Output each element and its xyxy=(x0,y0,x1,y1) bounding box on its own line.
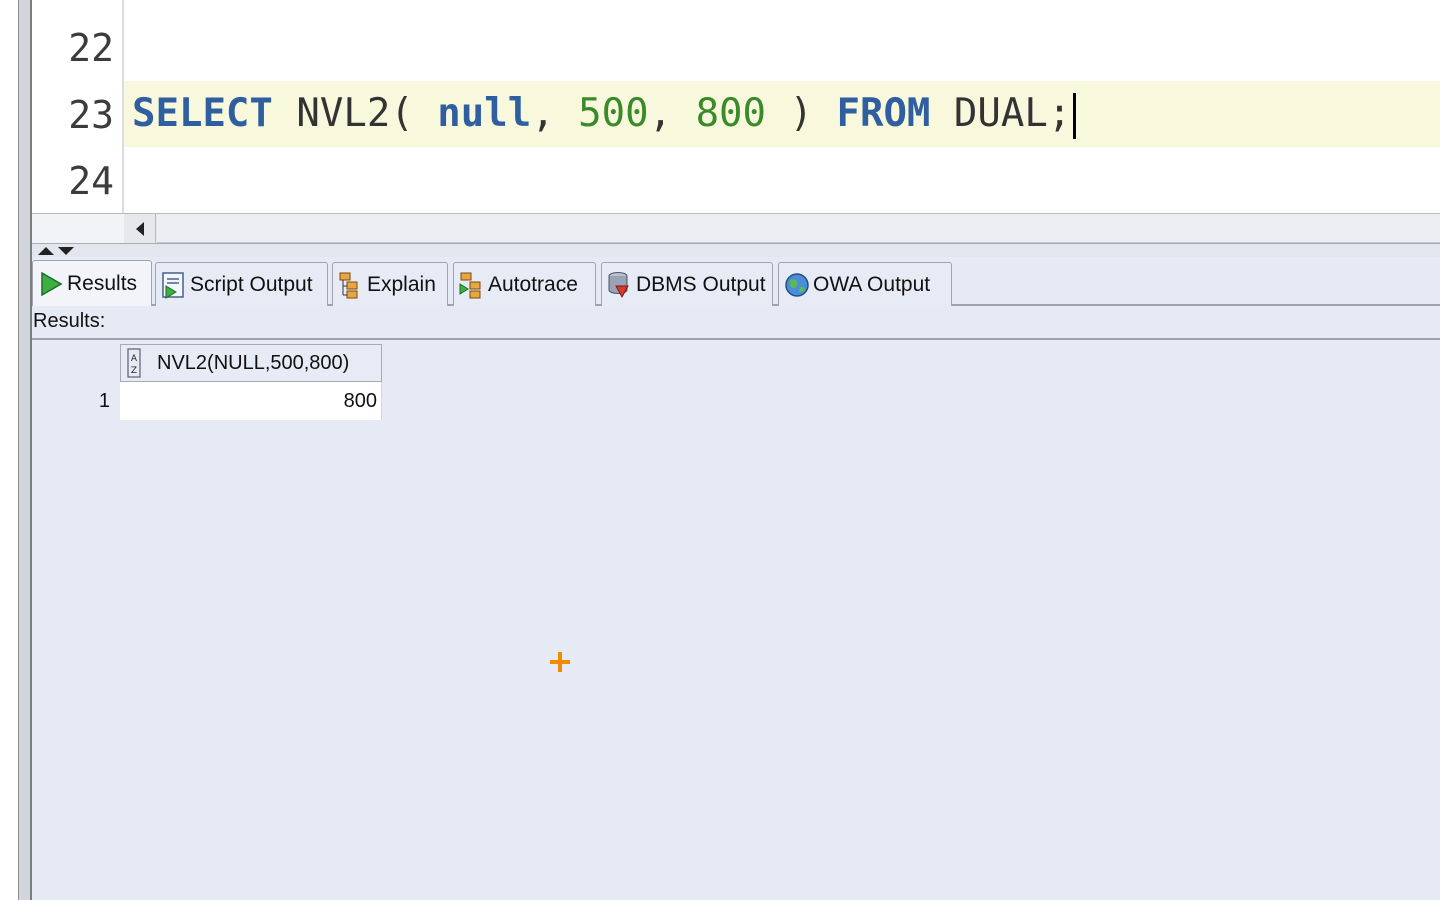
comma: , xyxy=(531,91,555,136)
tab-explain[interactable]: Explain xyxy=(332,262,448,306)
arrow-left-icon xyxy=(135,221,144,236)
window-frame-left xyxy=(0,0,18,900)
tab-label: Autotrace xyxy=(488,272,578,296)
result-cell[interactable]: 800 xyxy=(120,382,382,420)
number-literal: 800 xyxy=(695,91,767,136)
frame-side-bar xyxy=(19,0,30,900)
close-paren: ) xyxy=(789,91,813,136)
tab-label: Script Output xyxy=(190,272,313,296)
text-caret xyxy=(1073,92,1077,139)
line-number: 24 xyxy=(68,159,114,203)
owa-globe-icon xyxy=(785,272,809,297)
scrollbar-gutter-spacer xyxy=(32,214,124,243)
tab-label: DBMS Output xyxy=(636,272,766,296)
svg-text:A: A xyxy=(131,354,138,364)
function-nvl2: NVL2( xyxy=(296,91,414,136)
autotrace-icon xyxy=(459,272,481,298)
tab-label: Results xyxy=(67,271,138,295)
code-line-22[interactable] xyxy=(124,15,1440,81)
crosshair-cursor-icon xyxy=(550,652,570,672)
scrollbar-track[interactable] xyxy=(157,214,1440,243)
collapse-down-icon[interactable] xyxy=(58,247,74,255)
collapse-up-icon[interactable] xyxy=(38,247,54,255)
results-label: Results: xyxy=(33,310,106,332)
keyword-select: SELECT xyxy=(132,91,273,136)
results-header: Results: xyxy=(32,306,1440,340)
line-number: 22 xyxy=(68,26,114,70)
keyword-from: FROM xyxy=(836,91,931,136)
number-literal: 500 xyxy=(578,91,649,136)
tab-script-output[interactable]: Script Output xyxy=(155,262,328,306)
literal-null: null xyxy=(437,91,532,136)
svg-text:Z: Z xyxy=(131,366,137,376)
script-output-icon xyxy=(162,271,184,299)
tab-autotrace[interactable]: Autotrace xyxy=(453,262,596,306)
table-name: DUAL; xyxy=(953,91,1072,136)
tab-label: Explain xyxy=(367,272,436,296)
panel-splitter[interactable] xyxy=(32,243,1440,257)
line-number-gutter: 22 23 24 xyxy=(32,0,122,213)
sql-editor[interactable]: 22 23 24 SELECT NVL2( null, 500, 800 ) F… xyxy=(32,0,1440,213)
code-line-24[interactable] xyxy=(124,147,1440,213)
column-header[interactable]: A Z NVL2(NULL,500,800) xyxy=(120,344,382,382)
explain-plan-icon xyxy=(339,272,358,298)
comma: , xyxy=(648,91,673,136)
scroll-left-button[interactable] xyxy=(124,214,156,243)
tab-dbms-output[interactable]: DBMS Output xyxy=(601,262,773,306)
row-number[interactable]: 1 xyxy=(32,382,120,420)
tab-label: OWA Output xyxy=(813,272,931,296)
line-number: 23 xyxy=(68,93,114,137)
editor-horizontal-scrollbar[interactable] xyxy=(32,213,1440,243)
code-line-23-current[interactable]: SELECT NVL2( null, 500, 800 ) FROM DUAL; xyxy=(124,81,1440,147)
run-triangle-icon xyxy=(41,271,63,296)
dbms-output-icon xyxy=(608,271,629,298)
tab-owa-output[interactable]: OWA Output xyxy=(778,262,952,306)
output-tab-bar: Results Script Output Explain Autotrace xyxy=(32,257,1440,306)
code-area[interactable]: SELECT NVL2( null, 500, 800 ) FROM DUAL; xyxy=(124,0,1440,213)
tab-results[interactable]: Results xyxy=(32,260,152,306)
grid-corner xyxy=(32,342,120,382)
column-header-label: NVL2(NULL,500,800) xyxy=(157,351,350,374)
text-column-type-icon: A Z xyxy=(127,348,141,378)
